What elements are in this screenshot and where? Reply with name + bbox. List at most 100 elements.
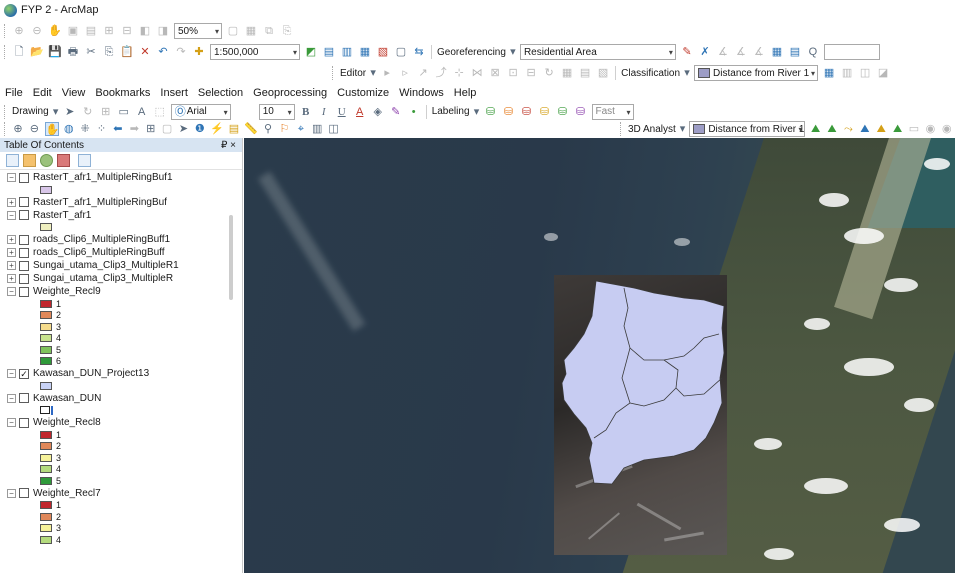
toolbar-grip[interactable] bbox=[4, 24, 7, 38]
split-icon[interactable]: ⊟ bbox=[524, 66, 538, 80]
collapse-icon[interactable]: − bbox=[7, 488, 16, 498]
legend-color-patch[interactable] bbox=[40, 406, 50, 415]
editor-menu[interactable]: Editor bbox=[340, 68, 366, 79]
map-scale-combo[interactable]: 1:500,000 ▾ bbox=[210, 44, 300, 60]
menu-geoprocessing[interactable]: Geoprocessing bbox=[253, 87, 327, 99]
collapse-icon[interactable]: − bbox=[7, 418, 16, 427]
legend-class-row[interactable]: 2 bbox=[0, 511, 230, 523]
legend-class-row[interactable]: 4 bbox=[0, 333, 230, 345]
toolbar-grip[interactable] bbox=[4, 45, 7, 59]
focus-data-frame-icon[interactable]: ▦ bbox=[244, 24, 258, 38]
menu-selection[interactable]: Selection bbox=[198, 87, 243, 99]
save-icon[interactable]: 💾 bbox=[48, 45, 62, 59]
legend-color-patch[interactable] bbox=[40, 322, 52, 331]
toc-layer-row[interactable]: − RasterT_afr1 bbox=[0, 209, 230, 222]
undo-icon[interactable]: ↶ bbox=[156, 45, 170, 59]
layer-visibility-checkbox[interactable] bbox=[19, 234, 29, 245]
legend-color-patch[interactable] bbox=[40, 357, 52, 366]
fit-to-display-icon[interactable]: ✗ bbox=[698, 45, 712, 59]
rotate-element-icon[interactable]: ↻ bbox=[81, 105, 95, 119]
collapse-icon[interactable]: − bbox=[7, 210, 16, 220]
redo-icon[interactable]: ↷ bbox=[174, 45, 188, 59]
layer-name[interactable]: Sungai_utama_Clip3_MultipleR1 bbox=[33, 260, 179, 271]
toc-options-icon[interactable] bbox=[78, 154, 91, 167]
label-priority-icon[interactable]: ⛁ bbox=[556, 105, 570, 119]
go-to-xy-icon[interactable]: ⌖ bbox=[295, 122, 307, 136]
layer-visibility-checkbox[interactable] bbox=[19, 393, 29, 403]
view-link-table-icon[interactable]: ▦ bbox=[770, 45, 784, 59]
georeferencing-menu[interactable]: Georeferencing bbox=[437, 47, 506, 58]
legend-class-row[interactable]: 3 bbox=[0, 523, 230, 535]
label-manager-icon[interactable]: ⛁ bbox=[484, 105, 498, 119]
classification-layer-combo[interactable]: Distance from River 1 ▾ bbox=[694, 65, 819, 81]
catalog-window-icon[interactable]: ▥ bbox=[340, 45, 354, 59]
forward-extent-icon[interactable]: ➡ bbox=[128, 122, 140, 136]
toggle-draft-mode-icon[interactable]: ▢ bbox=[226, 24, 240, 38]
interpolate-point-icon[interactable]: ⛰ bbox=[859, 122, 871, 136]
layer-name[interactable]: roads_Clip6_MultipleRingBuff bbox=[33, 247, 165, 258]
effects-transparency-input[interactable] bbox=[823, 44, 880, 60]
toc-layer-row[interactable]: − Weighte_Recl8 bbox=[0, 416, 230, 429]
layer-visibility-checkbox[interactable] bbox=[19, 417, 29, 428]
magnifier-icon[interactable]: Q bbox=[806, 45, 820, 59]
line-color-icon[interactable]: ✎ bbox=[389, 105, 403, 119]
lock-labels-icon[interactable]: ⛁ bbox=[502, 105, 516, 119]
zoom-in-page-icon[interactable]: ⊕ bbox=[12, 24, 26, 38]
menu-bookmarks[interactable]: Bookmarks bbox=[95, 87, 150, 99]
attributes-icon[interactable]: ▦ bbox=[560, 66, 574, 80]
layer-name[interactable]: roads_Clip6_MultipleRingBuff1 bbox=[33, 234, 170, 245]
layer-name[interactable]: RasterT_afr1 bbox=[33, 210, 91, 221]
zoom-out-icon[interactable]: ⊖ bbox=[28, 122, 40, 136]
toolbar-grip[interactable] bbox=[620, 122, 623, 136]
layer-name[interactable]: Kawasan_DUN bbox=[33, 393, 101, 404]
legend-class-row[interactable]: 2 bbox=[0, 310, 230, 322]
underline-button[interactable]: U bbox=[335, 105, 349, 119]
new-document-icon[interactable]: 🗋 bbox=[12, 45, 26, 59]
find-route-icon[interactable]: ⚐ bbox=[278, 122, 290, 136]
paste-icon[interactable]: 📋 bbox=[120, 45, 134, 59]
change-layout-icon[interactable]: ⧉ bbox=[262, 24, 276, 38]
legend-class-row[interactable]: 5 bbox=[0, 475, 230, 487]
find-icon[interactable]: ⚲ bbox=[262, 122, 274, 136]
menu-windows[interactable]: Windows bbox=[399, 87, 444, 99]
toc-layer-row[interactable]: + Sungai_utama_Clip3_MultipleR1 bbox=[0, 259, 230, 272]
layer-name[interactable]: RasterT_afr1_MultipleRingBuf bbox=[33, 197, 167, 208]
steepest-path-icon[interactable]: ⛰ bbox=[826, 122, 838, 136]
legend-color-patch[interactable] bbox=[40, 476, 52, 485]
contour-icon[interactable]: ⛰ bbox=[809, 122, 821, 136]
cut-icon[interactable]: ✂ bbox=[84, 45, 98, 59]
legend-color-patch[interactable] bbox=[40, 299, 52, 308]
legend-color-patch[interactable] bbox=[40, 524, 52, 533]
create-viewer-window-icon[interactable]: ◫ bbox=[327, 122, 339, 136]
legend-class-row[interactable]: 6 bbox=[0, 356, 230, 368]
classification-menu[interactable]: Classification bbox=[621, 68, 680, 79]
legend-color-patch[interactable] bbox=[40, 465, 52, 474]
expand-icon[interactable]: + bbox=[7, 235, 16, 244]
legend-color-patch[interactable] bbox=[40, 512, 52, 521]
select-features-icon[interactable]: ⊞ bbox=[145, 122, 157, 136]
toc-layer-row[interactable]: − RasterT_afr1_MultipleRingBuf1 bbox=[0, 171, 230, 184]
edit-annotation-icon[interactable]: ▹ bbox=[398, 66, 412, 80]
add-data-icon[interactable]: ✚ bbox=[192, 45, 206, 59]
font-color-icon[interactable]: A bbox=[353, 105, 367, 119]
layer-visibility-checkbox[interactable] bbox=[19, 488, 29, 498]
legend-class-row[interactable]: 1 bbox=[0, 298, 230, 310]
previous-extent-icon[interactable]: ◧ bbox=[138, 24, 152, 38]
list-by-selection-icon[interactable] bbox=[57, 154, 70, 167]
back-extent-icon[interactable]: ⬅ bbox=[112, 122, 124, 136]
georeference-layer-combo[interactable]: Residential Area ▾ bbox=[519, 44, 676, 60]
training-sample-manager-icon[interactable]: ▦ bbox=[822, 66, 836, 80]
view-unplaced-labels-icon[interactable]: ⛁ bbox=[538, 105, 552, 119]
legend-color-patch[interactable] bbox=[40, 430, 52, 439]
toc-layer-row[interactable]: + roads_Clip6_MultipleRingBuff bbox=[0, 246, 230, 259]
expand-icon[interactable]: + bbox=[7, 248, 16, 257]
expand-icon[interactable]: + bbox=[7, 197, 16, 207]
zoom-100-icon[interactable]: ▤ bbox=[84, 24, 98, 38]
legend-color-patch[interactable] bbox=[40, 381, 52, 390]
layer-name[interactable]: RasterT_afr1_MultipleRingBuf1 bbox=[33, 172, 173, 183]
toc-layer-row[interactable]: − Weighte_Recl7 bbox=[0, 487, 230, 500]
fixed-zoom-in-icon[interactable]: ⊞ bbox=[102, 24, 116, 38]
delete-icon[interactable]: ✕ bbox=[138, 45, 152, 59]
label-quality-combo[interactable]: Fast ▾ bbox=[591, 103, 634, 120]
toc-layer-row[interactable]: + Sungai_utama_Clip3_MultipleR bbox=[0, 272, 230, 285]
